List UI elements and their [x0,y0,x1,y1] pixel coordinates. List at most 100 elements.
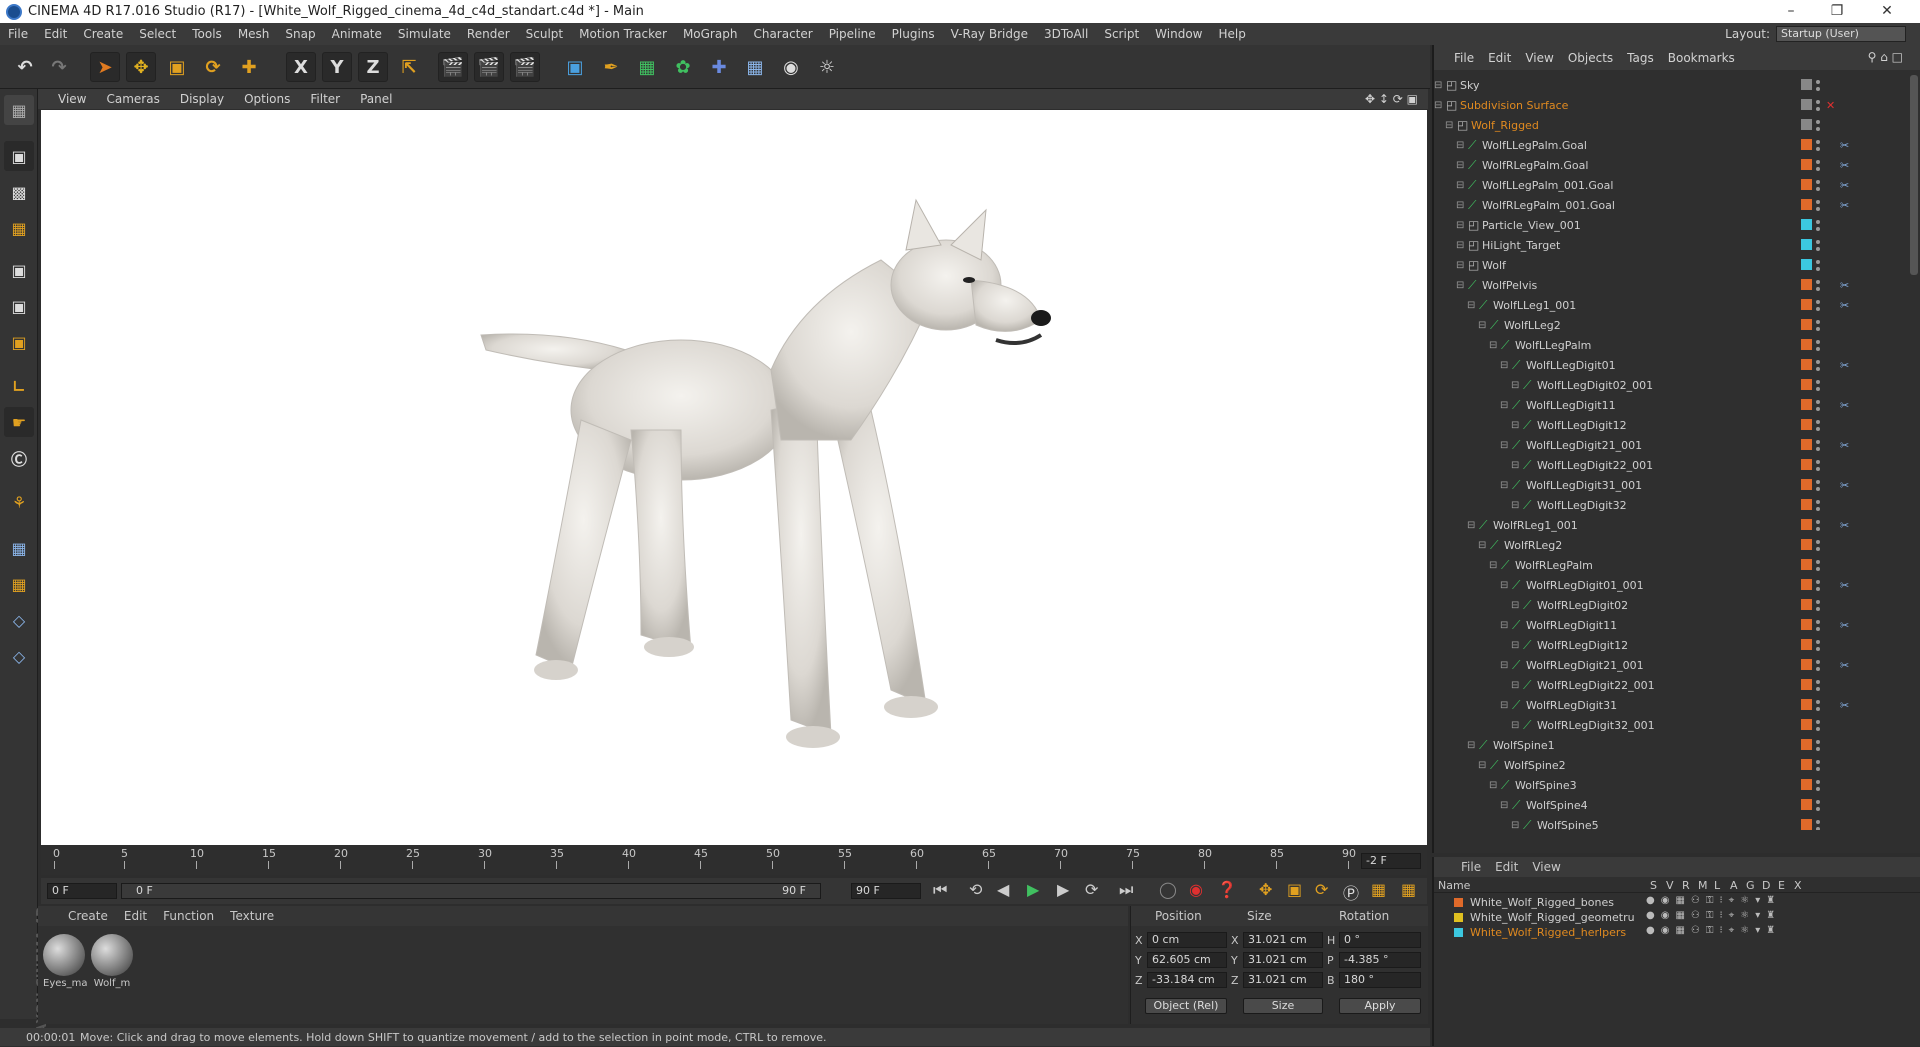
editor-visibility-dot[interactable] [1816,400,1820,404]
layer-color-swatch[interactable] [1801,619,1812,630]
material-menu-edit[interactable]: Edit [116,909,155,923]
subdivision-surface-icon[interactable]: ▦ [632,52,662,82]
layer-color-swatch[interactable] [1801,199,1812,210]
object-row[interactable]: ⊟ ⟋ WolfSpine5 [1434,815,1904,830]
expand-toggle-icon[interactable]: ⊟ [1456,140,1464,151]
editor-visibility-dot[interactable] [1816,380,1820,384]
key-position-icon[interactable]: ✥ [1259,880,1272,899]
menu-character[interactable]: Character [745,27,820,41]
viewport-menu-filter[interactable]: Filter [300,92,350,106]
layer-color-swatch[interactable] [1801,599,1812,610]
expand-toggle-icon[interactable]: ⊟ [1500,660,1508,671]
object-row[interactable]: ⊟ ⟋ WolfRLegDigit32_001 [1434,715,1904,735]
om-menu-edit[interactable]: Edit [1481,51,1518,65]
viewport-menu-view[interactable]: View [48,92,96,106]
menu-vray-bridge[interactable]: V-Ray Bridge [943,27,1036,41]
render-visibility-dot[interactable] [1816,587,1820,591]
object-row[interactable]: ⊟ ⟋ WolfSpine3 [1434,775,1904,795]
keyframe-selection-icon[interactable]: ❓ [1217,880,1237,899]
render-visibility-dot[interactable] [1816,727,1820,731]
layer-menu-edit[interactable]: Edit [1488,860,1525,874]
layer-color-swatch[interactable] [1801,459,1812,470]
ik-tag-icon[interactable]: ✂ [1840,279,1849,292]
object-row[interactable]: ⊟ ⟋ WolfRLegDigit01_001 ✂ [1434,575,1904,595]
ik-tag-icon[interactable]: ✂ [1840,399,1849,412]
menu-file[interactable]: File [0,27,36,41]
make-editable-icon[interactable]: ▦ [4,95,34,125]
viewport-menu-display[interactable]: Display [170,92,234,106]
layer-color-swatch[interactable] [1801,559,1812,570]
ik-tag-icon[interactable]: ✂ [1840,139,1849,152]
layer-color-swatch[interactable] [1801,299,1812,310]
object-row[interactable]: ⊟ ⟋ WolfLLegDigit11 ✂ [1434,395,1904,415]
object-row[interactable]: ⊟ ⟋ WolfRLegDigit31 ✂ [1434,695,1904,715]
layer-color-swatch[interactable] [1801,419,1812,430]
expand-toggle-icon[interactable]: ⊟ [1511,720,1519,731]
key-pla-icon[interactable]: ▦ [1371,880,1386,899]
size-x-field[interactable]: 31.021 cm [1243,932,1323,948]
polygons-mode-icon[interactable]: ▣ [4,327,34,357]
editor-visibility-dot[interactable] [1816,500,1820,504]
editor-visibility-dot[interactable] [1816,700,1820,704]
layer-color-swatch[interactable] [1801,179,1812,190]
expand-toggle-icon[interactable]: ⊟ [1511,680,1519,691]
workplane-icon[interactable]: ▦ [4,533,34,563]
object-tree-scrollbar[interactable] [1910,75,1918,275]
object-row[interactable]: ⊟ ⟋ WolfSpine1 [1434,735,1904,755]
object-row[interactable]: ⊟ ◰ Subdivision Surface ✕ [1434,95,1904,115]
disabled-tag-icon[interactable]: ✕ [1826,99,1835,112]
layer-color-swatch[interactable] [1801,279,1812,290]
layout-dropdown[interactable]: Startup (User) [1776,26,1906,42]
snap-icon[interactable]: Ⓒ [4,443,34,473]
object-row[interactable]: ⊟ ⟋ WolfSpine2 [1434,755,1904,775]
key-rotation-icon[interactable]: ⟳ [1315,880,1328,899]
layer-menu-file[interactable]: File [1454,860,1488,874]
editor-visibility-dot[interactable] [1816,340,1820,344]
render-visibility-dot[interactable] [1816,167,1820,171]
render-visibility-dot[interactable] [1816,187,1820,191]
object-row[interactable]: ⊟ ⟋ WolfRLegPalm.Goal ✂ [1434,155,1904,175]
material-swatch[interactable]: Wolf_m [91,934,133,989]
expand-toggle-icon[interactable]: ⊟ [1434,80,1442,91]
object-row[interactable]: ⊟ ⟋ WolfRLegDigit22_001 [1434,675,1904,695]
editor-visibility-dot[interactable] [1816,460,1820,464]
layer-toggle-icons[interactable]: ●◉▦⚇⚿⁝⌖⚛▾♜ [1646,910,1781,921]
layer-color-swatch[interactable] [1801,119,1812,130]
rotation-p-field[interactable]: -4.385 ° [1339,952,1421,968]
render-visibility-dot[interactable] [1816,427,1820,431]
position-z-field[interactable]: -33.184 cm [1147,972,1227,988]
expand-toggle-icon[interactable]: ⊟ [1478,540,1486,551]
object-row[interactable]: ⊟ ⟋ WolfLLegDigit31_001 ✂ [1434,475,1904,495]
menu-animate[interactable]: Animate [324,27,390,41]
expand-toggle-icon[interactable]: ⊟ [1456,200,1464,211]
layer-color-swatch[interactable] [1454,913,1463,922]
editor-visibility-dot[interactable] [1816,160,1820,164]
redo-icon[interactable]: ↷ [44,52,74,82]
expand-toggle-icon[interactable]: ⊟ [1500,440,1508,451]
layer-color-swatch[interactable] [1454,898,1463,907]
object-row[interactable]: ⊟ ⟋ WolfLLegPalm [1434,335,1904,355]
axis-mode-icon[interactable]: ∟ [4,371,34,401]
om-menu-objects[interactable]: Objects [1561,51,1620,65]
editor-visibility-dot[interactable] [1816,720,1820,724]
om-menu-tags[interactable]: Tags [1620,51,1661,65]
render-visibility-dot[interactable] [1816,607,1820,611]
menu-help[interactable]: Help [1210,27,1253,41]
editor-visibility-dot[interactable] [1816,360,1820,364]
key-scale-icon[interactable]: ▣ [1287,880,1302,899]
edges-mode-icon[interactable]: ▣ [4,291,34,321]
object-row[interactable]: ⊟ ⟋ WolfLLegDigit12 [1434,415,1904,435]
expand-toggle-icon[interactable]: ⊟ [1511,380,1519,391]
layer-color-swatch[interactable] [1801,519,1812,530]
editor-visibility-dot[interactable] [1816,560,1820,564]
menu-mograph[interactable]: MoGraph [675,27,746,41]
timeline-layout-icon[interactable]: ▦ [1401,880,1416,899]
viewport-menu-cameras[interactable]: Cameras [96,92,169,106]
menu-create[interactable]: Create [75,27,131,41]
expand-toggle-icon[interactable]: ⊟ [1500,580,1508,591]
menu-window[interactable]: Window [1147,27,1210,41]
layer-menu-view[interactable]: View [1525,860,1567,874]
render-visibility-dot[interactable] [1816,367,1820,371]
workplane-mode-icon[interactable]: ▦ [4,213,34,243]
layer-color-swatch[interactable] [1801,439,1812,450]
